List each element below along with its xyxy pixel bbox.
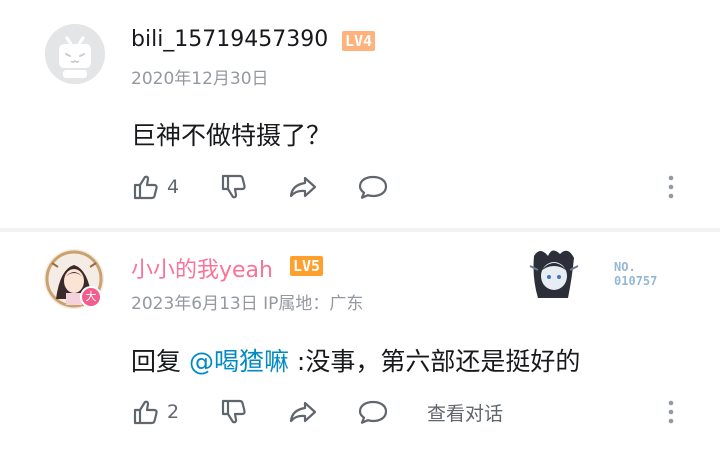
bilibili-tv-avatar-icon xyxy=(45,24,105,84)
comment-actions: 4 xyxy=(131,171,691,203)
mention-link[interactable]: @喝猹嘛 xyxy=(189,347,289,376)
share-button[interactable] xyxy=(287,396,319,428)
username[interactable]: 小小的我yeah xyxy=(131,252,273,284)
share-arrow-icon xyxy=(289,176,317,198)
like-count: 4 xyxy=(167,176,180,198)
character-decoration-icon xyxy=(529,250,579,298)
avatar-badge-label: 大 xyxy=(85,290,97,303)
comment-text: 巨神不做特摄了？ xyxy=(131,121,332,150)
fan-number-label: NO. 010757 xyxy=(614,260,657,288)
thumbs-down-icon xyxy=(221,399,246,424)
thumbs-down-icon xyxy=(221,174,246,199)
level-badge: LV4 xyxy=(342,31,376,51)
more-options-icon[interactable] xyxy=(663,173,679,201)
view-conversation-link[interactable]: 查看对话 xyxy=(427,399,503,426)
like-button[interactable]: 2 xyxy=(131,396,179,428)
comment-item: 大 小小的我yeah LV5 2023年6月13日 IP属地：广东 NO. 01… xyxy=(0,232,720,450)
more-options-icon[interactable] xyxy=(663,398,679,426)
dislike-button[interactable] xyxy=(219,171,249,203)
thumbs-up-icon xyxy=(133,175,158,200)
reply-text: :没事，第六部还是挺好的 xyxy=(288,347,581,376)
comment-item: bili_15719457390 LV4 2020年12月30日 巨神不做特摄了… xyxy=(0,0,720,228)
avatar[interactable] xyxy=(45,24,105,84)
comment-actions: 2 查看对话 xyxy=(131,396,691,428)
comment-text: 回复 @喝猹嘛 :没事，第六部还是挺好的 xyxy=(131,342,580,378)
reply-prefix: 回复 xyxy=(131,347,189,376)
level-badge: LV5 xyxy=(290,256,324,276)
comment-bubble-icon xyxy=(358,175,388,199)
reply-button[interactable] xyxy=(357,171,389,203)
comment-date: 2020年12月30日 xyxy=(131,69,269,89)
fan-number-prefix: NO. xyxy=(614,260,636,274)
fan-decoration: NO. 010757 xyxy=(526,244,676,304)
share-arrow-icon xyxy=(289,401,317,423)
reply-button[interactable] xyxy=(357,396,389,428)
share-button[interactable] xyxy=(287,171,319,203)
like-button[interactable]: 4 xyxy=(131,171,179,203)
comment-date-location: 2023年6月13日 IP属地：广东 xyxy=(131,294,364,314)
username[interactable]: bili_15719457390 xyxy=(131,27,328,52)
like-count: 2 xyxy=(167,401,180,423)
fan-number-value: 010757 xyxy=(614,274,658,288)
dislike-button[interactable] xyxy=(219,396,249,428)
thumbs-up-icon xyxy=(133,400,158,425)
comment-bubble-icon xyxy=(358,400,388,424)
